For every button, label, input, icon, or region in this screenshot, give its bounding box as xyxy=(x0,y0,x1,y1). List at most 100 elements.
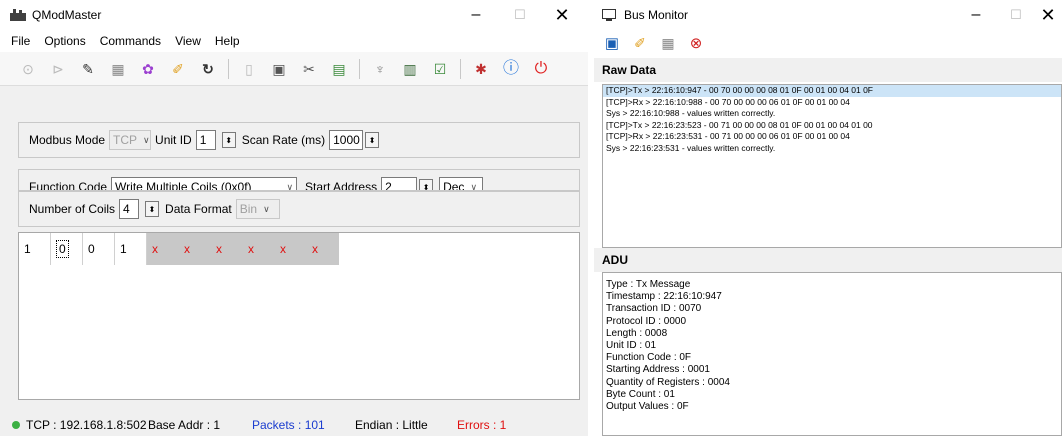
close-icon[interactable]: ✕ xyxy=(540,0,584,30)
bus-monitor-title-bar[interactable]: Bus Monitor – ☐ ✕ xyxy=(594,0,1062,30)
list-item[interactable]: Sys > 22:16:23:531 - values written corr… xyxy=(603,143,1061,155)
adu-line: Protocol ID : 0000 xyxy=(606,315,687,327)
adu-line: Starting Address : 0001 xyxy=(606,364,710,376)
filter-icon[interactable]: ▦ xyxy=(658,33,678,53)
modbus-mode-group: Modbus Mode TCP ∨ Unit ID 1 ⬍ Scan Rate (… xyxy=(18,122,580,158)
qmodmaster-window: QModMaster – ☐ ✕ File Options Commands V… xyxy=(0,0,588,436)
bus-monitor-window: Bus Monitor – ☐ ✕ ▣ ✐ ▦ ⊗ Raw Data [TCP]… xyxy=(594,0,1062,436)
toolbar-separator xyxy=(228,58,229,79)
connect-icon[interactable]: ✎ xyxy=(78,59,98,79)
scan-rate-input[interactable]: 1000 xyxy=(329,130,364,150)
data-format-select[interactable]: Bin ∨ xyxy=(235,199,280,219)
adu-header: ADU xyxy=(594,248,1062,272)
new-icon[interactable]: ⊙ xyxy=(18,59,38,79)
clear-icon[interactable]: ✐ xyxy=(168,59,188,79)
adu-line: Byte Count : 01 xyxy=(606,388,675,400)
unit-id-label: Unit ID xyxy=(155,133,192,147)
open-icon[interactable]: ⊳ xyxy=(48,59,68,79)
modbus-mode-select[interactable]: TCP ∨ xyxy=(109,130,152,150)
coil-cell[interactable]: 1 xyxy=(115,233,147,265)
coil-value: x xyxy=(152,242,158,256)
modbus-mode-label: Modbus Mode xyxy=(29,133,106,147)
coil-cell-disabled: x xyxy=(307,233,339,265)
adu-line: Type : Tx Message xyxy=(606,279,691,290)
menu-help[interactable]: Help xyxy=(208,34,247,48)
refresh-icon[interactable]: ↻ xyxy=(198,59,218,79)
coil-value: x xyxy=(216,242,222,256)
save-icon[interactable]: ▣ xyxy=(602,33,622,53)
monitor-icon xyxy=(602,9,618,21)
tools-icon[interactable]: ✂ xyxy=(299,59,319,79)
menu-options[interactable]: Options xyxy=(37,34,92,48)
status-base-addr: Base Addr : 1 xyxy=(148,418,221,432)
modbus-mode-value: TCP xyxy=(113,133,138,147)
write-icon[interactable]: ▯ xyxy=(239,59,259,79)
exit-icon[interactable]: ⏻ xyxy=(531,59,551,79)
menu-commands[interactable]: Commands xyxy=(93,34,168,48)
coil-cell-disabled: x xyxy=(275,233,307,265)
coil-value: x xyxy=(184,242,190,256)
raw-data-list[interactable]: [TCP]>Tx > 22:16:10:947 - 00 70 00 00 00… xyxy=(602,84,1062,248)
data-format-value: Bin xyxy=(239,202,258,216)
number-of-coils-input[interactable]: 4 xyxy=(119,199,140,219)
coil-row: 1 0 0 1 x x x x x x xyxy=(19,233,579,265)
coil-value: 1 xyxy=(120,242,127,256)
coil-cell-disabled: x xyxy=(211,233,243,265)
adu-line: Length : 0008 xyxy=(606,327,668,339)
about-qt-icon[interactable]: ♆ xyxy=(370,59,390,79)
adu-details: Type : Tx Message Timestamp : 22:16:10:9… xyxy=(602,272,1062,436)
exit-icon[interactable]: ⊗ xyxy=(686,33,706,53)
scan-rate-label: Scan Rate (ms) xyxy=(241,133,326,147)
menu-file[interactable]: File xyxy=(4,34,37,48)
number-of-coils-spinner[interactable]: ⬍ xyxy=(145,201,160,217)
title-bar[interactable]: QModMaster – ☐ ✕ xyxy=(0,0,588,30)
coil-values-grid: 1 0 0 1 x x x x x x xyxy=(18,232,580,400)
coil-value: x xyxy=(248,242,254,256)
coil-value: 0 xyxy=(56,240,69,258)
coil-cell-disabled: x xyxy=(147,233,179,265)
unit-id-input[interactable]: 1 xyxy=(195,130,216,150)
unit-id-spinner[interactable]: ⬍ xyxy=(221,132,236,148)
chevron-down-icon: ∨ xyxy=(143,134,150,145)
list-item[interactable]: [TCP]>Rx > 22:16:10:988 - 00 70 00 00 00… xyxy=(603,97,1061,109)
adu-line: Output Values : 0F xyxy=(606,400,689,412)
coil-cell[interactable]: 0 xyxy=(83,233,115,265)
bug-icon[interactable]: ✱ xyxy=(471,59,491,79)
adu-line: Unit ID : 01 xyxy=(606,339,657,351)
monitor-icon[interactable]: ▣ xyxy=(269,59,289,79)
scan-rate-spinner[interactable]: ⬍ xyxy=(365,132,380,148)
coil-cell[interactable]: 0 xyxy=(51,233,83,265)
number-of-coils-group: Number of Coils 4 ⬍ Data Format Bin ∨ xyxy=(18,191,580,227)
debug-icon[interactable]: ▥ xyxy=(400,59,420,79)
menu-view[interactable]: View xyxy=(168,34,208,48)
serial-icon[interactable]: ▦ xyxy=(108,59,128,79)
info-icon[interactable]: ⓘ xyxy=(501,59,521,79)
list-item[interactable]: [TCP]>Rx > 22:16:23:531 - 00 71 00 00 00… xyxy=(603,131,1061,143)
minimize-icon[interactable]: – xyxy=(954,0,998,30)
number-of-coils-label: Number of Coils xyxy=(29,202,116,216)
maximize-icon[interactable]: ☐ xyxy=(498,0,542,30)
toolbar-separator xyxy=(460,58,461,79)
list-item[interactable]: [TCP]>Tx > 22:16:23:523 - 00 71 00 00 00… xyxy=(603,120,1061,132)
coil-value: 0 xyxy=(88,242,95,256)
reset-icon[interactable]: ✿ xyxy=(138,59,158,79)
close-icon[interactable]: ✕ xyxy=(1026,0,1062,30)
status-bar: TCP : 192.168.1.8:502 Base Addr : 1 Pack… xyxy=(0,414,588,436)
data-format-label: Data Format xyxy=(165,202,232,216)
toolbar-separator xyxy=(359,58,360,79)
clear-icon[interactable]: ✐ xyxy=(630,33,650,53)
app-icon xyxy=(10,9,26,21)
minimize-icon[interactable]: – xyxy=(454,0,498,30)
adu-line: Quantity of Registers : 0004 xyxy=(606,376,730,388)
list-item[interactable]: Sys > 22:16:10:988 - values written corr… xyxy=(603,108,1061,120)
coil-cell-disabled: x xyxy=(179,233,211,265)
bus-monitor-title: Bus Monitor xyxy=(624,8,689,22)
adu-line: Timestamp : 22:16:10:947 xyxy=(606,291,722,303)
list-item[interactable]: [TCP]>Tx > 22:16:10:947 - 00 70 00 00 00… xyxy=(603,85,1061,97)
log-icon[interactable]: ▤ xyxy=(329,59,349,79)
coil-value: x xyxy=(312,242,318,256)
settings-icon[interactable]: ☑ xyxy=(430,59,450,79)
main-toolbar: ⊙ ⊳ ✎ ▦ ✿ ✐ ↻ ▯ ▣ ✂ ▤ ♆ ▥ ☑ ✱ ⓘ ⏻ xyxy=(0,52,588,86)
coil-cell[interactable]: 1 xyxy=(19,233,51,265)
raw-data-header: Raw Data xyxy=(594,58,1062,82)
